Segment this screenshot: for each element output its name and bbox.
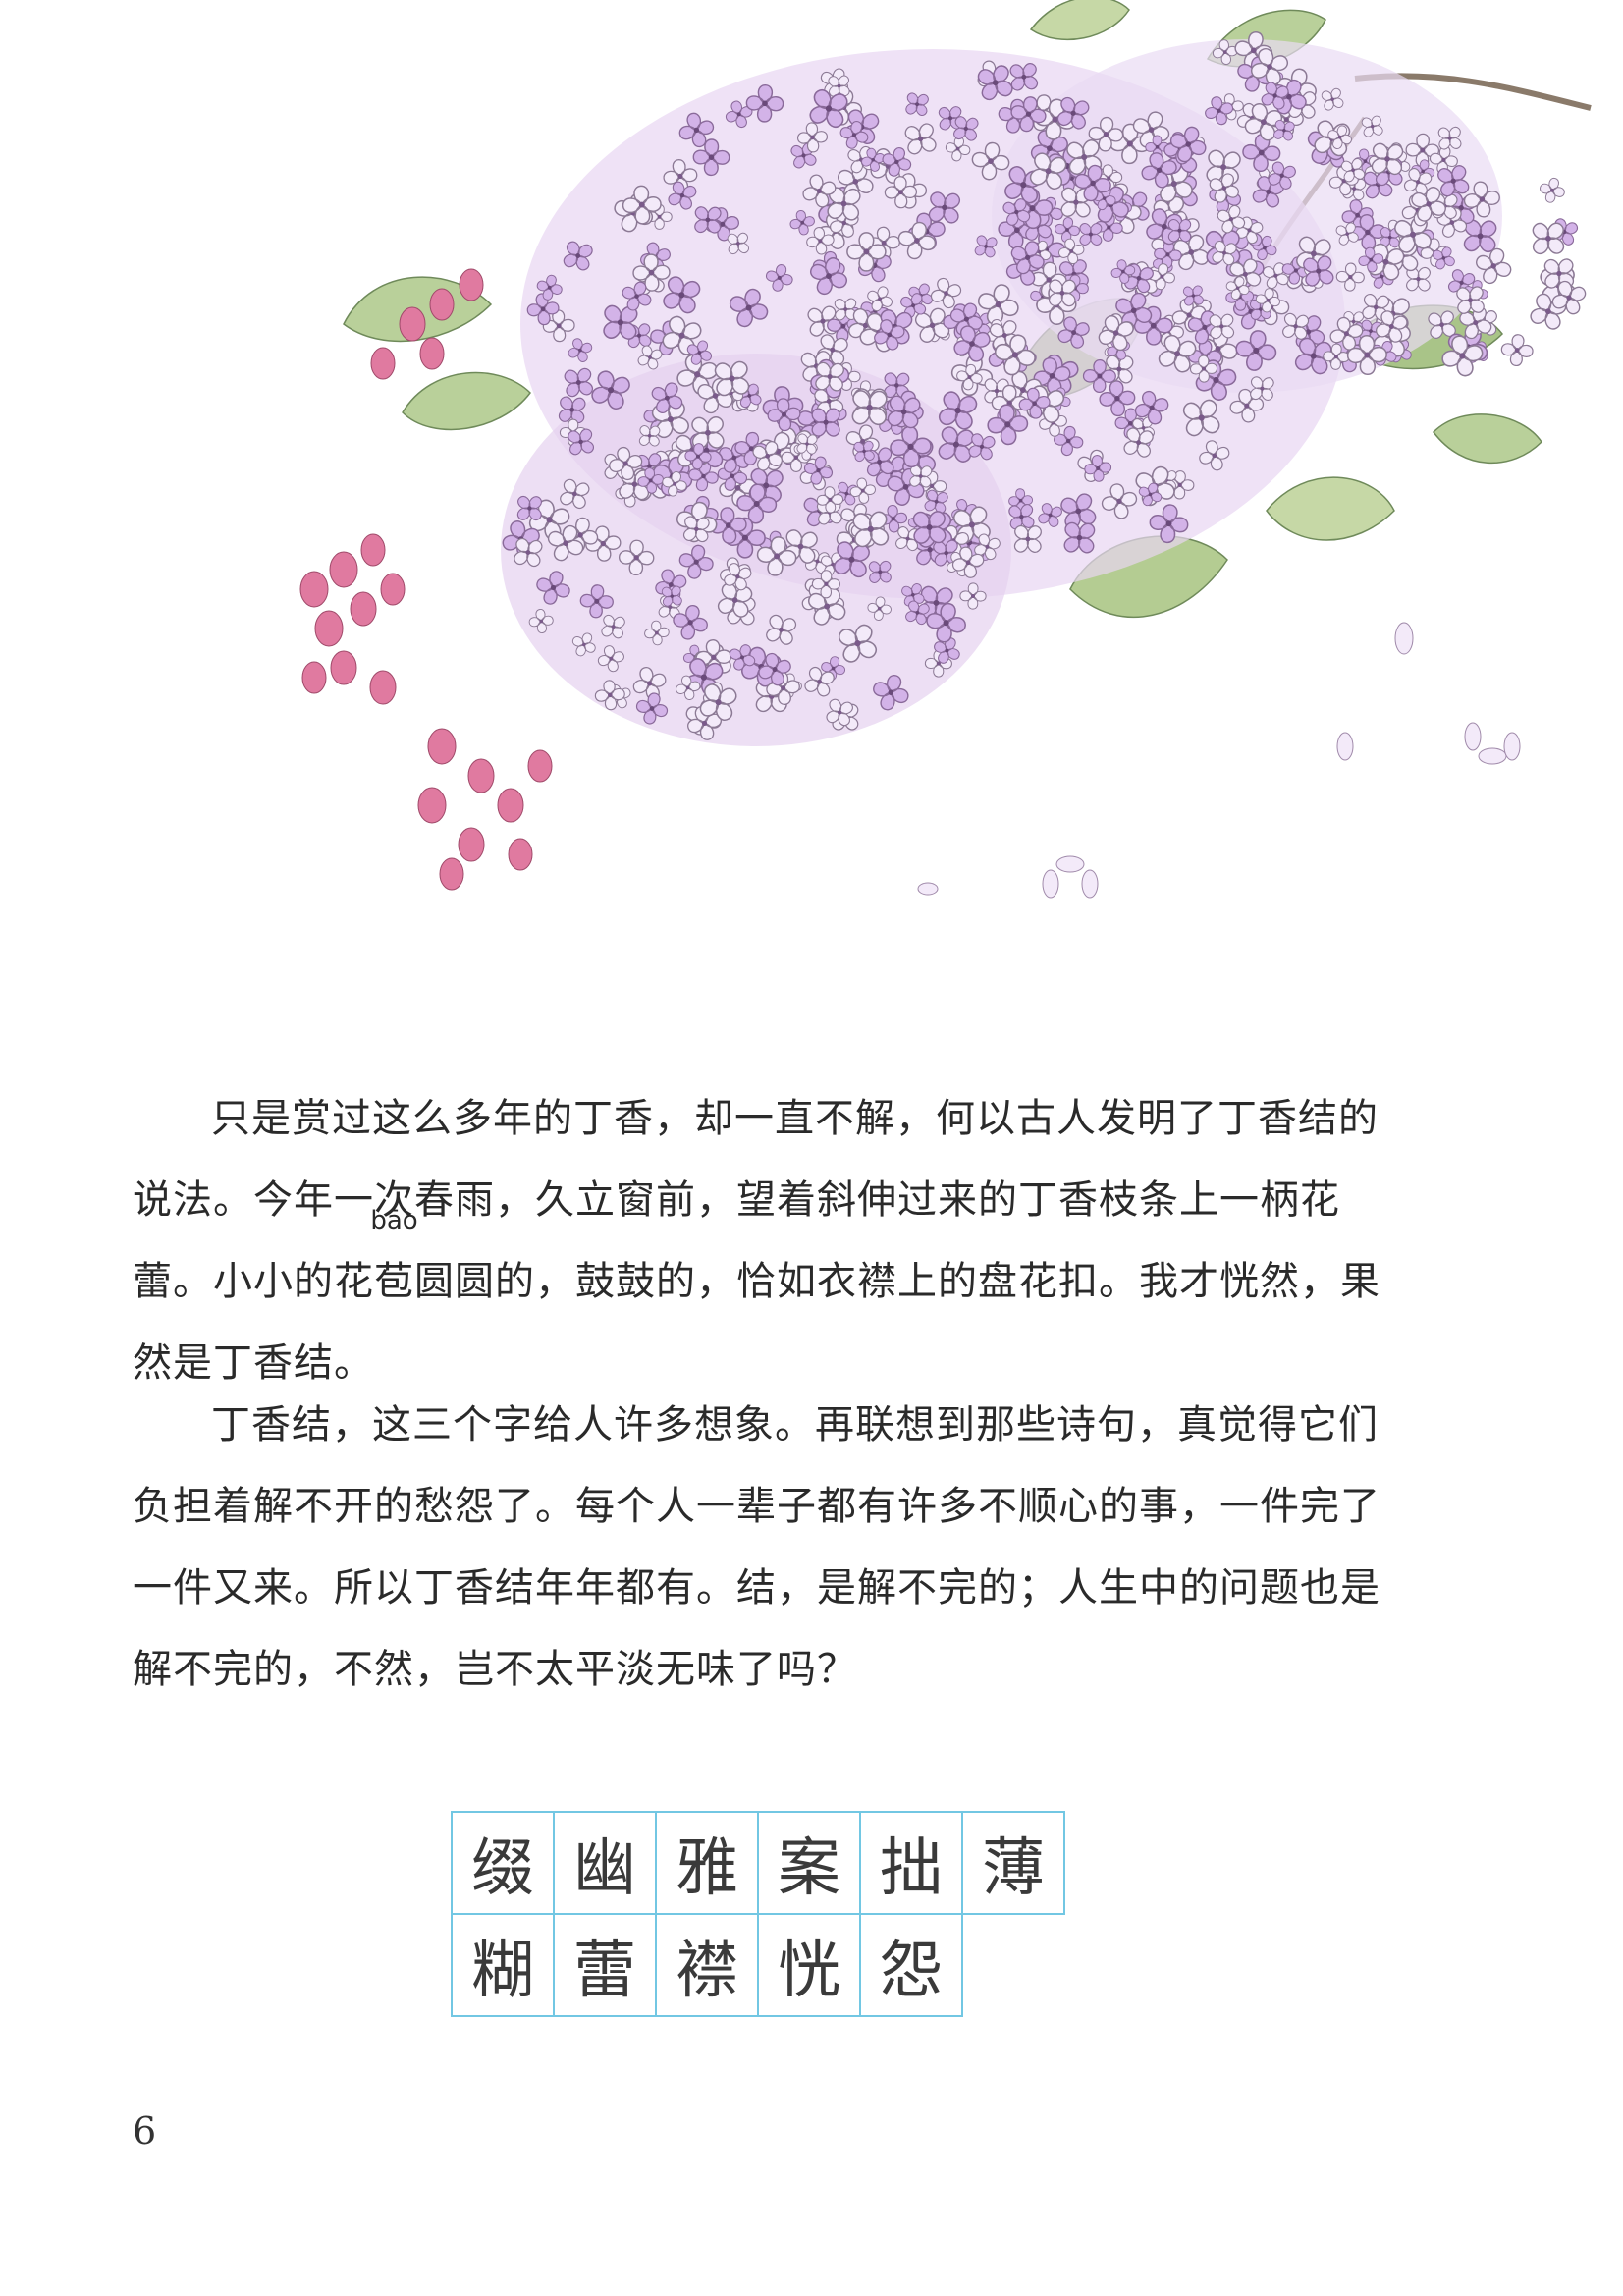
- pinyin-annotation: bāo: [370, 1206, 418, 1235]
- paragraph-1: 只是赏过这么多年的丁香，却一直不解，何以古人发明了丁香结的说法。今年一次春雨，久…: [133, 1078, 1389, 1404]
- lilac-illustration: [299, 0, 1593, 899]
- paragraph-2-text: 丁香结，这三个字给人许多想象。再联想到那些诗句，真觉得它们负担着解不开的愁怨了。…: [133, 1402, 1380, 1692]
- empty-grid-cell: [961, 1913, 1065, 2017]
- vocab-character: 薄: [961, 1811, 1065, 1915]
- pinyin-annotated-character: bāo 苞: [370, 1208, 417, 1323]
- vocab-character: 幽: [553, 1811, 657, 1915]
- vocab-character: 襟: [655, 1913, 759, 2017]
- vocab-character: 蕾: [553, 1913, 657, 2017]
- lilac-floret: [1499, 332, 1535, 368]
- lilac-floret: [1537, 175, 1568, 206]
- vocab-character: 恍: [757, 1913, 861, 2017]
- vocab-character: 案: [757, 1811, 861, 1915]
- paragraph-2: 丁香结，这三个字给人许多想象。再联想到那些诗句，真觉得它们负担着解不开的愁怨了。…: [133, 1385, 1389, 1711]
- vocabulary-character-grid: 缀 幽 雅 案 拙 薄 糊 蕾 襟 恍 怨: [451, 1811, 1065, 2017]
- page-number: 6: [133, 2109, 157, 2153]
- vocab-character: 糊: [451, 1913, 555, 2017]
- vocab-character: 缀: [451, 1811, 555, 1915]
- vocab-character: 雅: [655, 1811, 759, 1915]
- vocab-character: 拙: [859, 1811, 963, 1915]
- vocab-character: 怨: [859, 1913, 963, 2017]
- annotated-character: 苞: [374, 1259, 414, 1304]
